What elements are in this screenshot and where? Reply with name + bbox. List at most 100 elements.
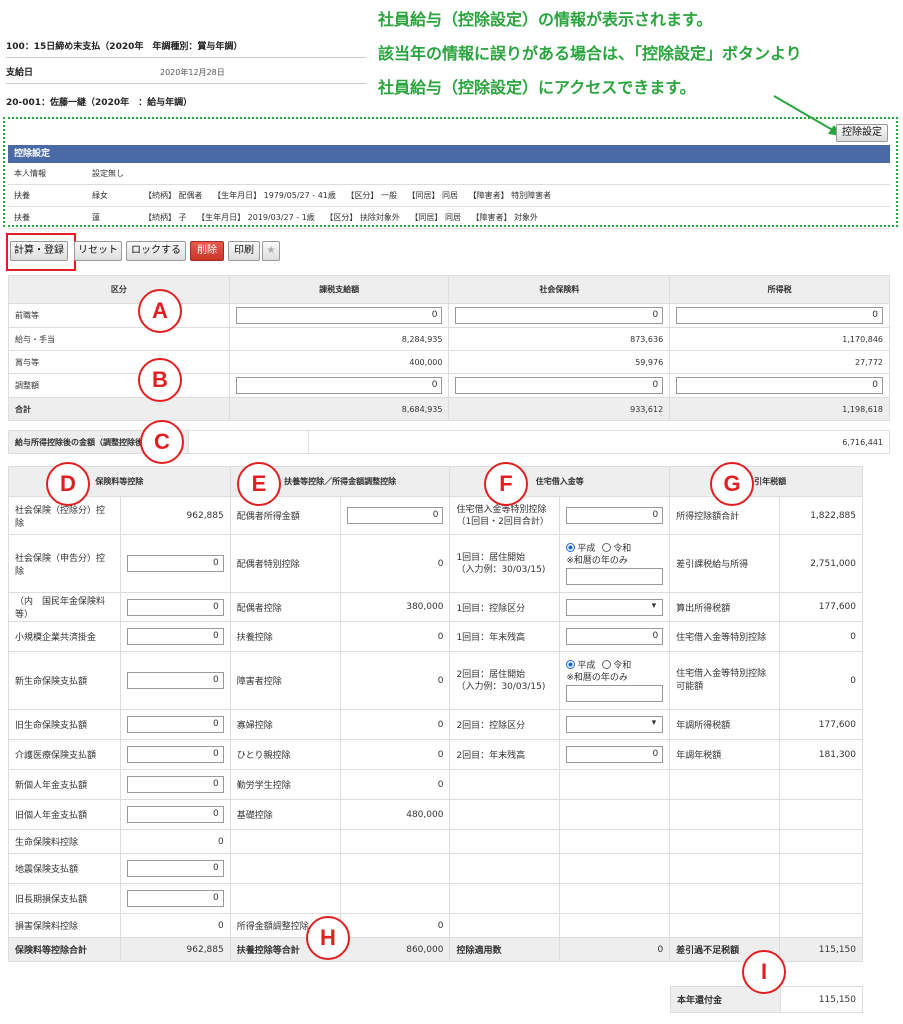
new-pension-label: 新個人年金支払額 <box>8 769 121 800</box>
marker-g: G <box>710 462 754 506</box>
computed-tax-label: 算出所得税額 <box>669 592 780 622</box>
second-year-end-balance-label: 2回目：年末残高 <box>449 739 561 770</box>
payroll-title: 100：15日締め末支払（2020年 年調種別：賞与年調） <box>6 36 366 58</box>
cell-value: 933,612 <box>448 397 671 421</box>
dependent-deduction-value: 0 <box>339 621 451 652</box>
deduction-settings-button[interactable]: 控除設定 <box>836 124 888 142</box>
housing-special-credit-value: 0 <box>779 621 863 652</box>
old-life-insurance-input[interactable]: 0 <box>126 716 224 733</box>
table-row: 社会保険（申告分）控除 0 配偶者特別控除 0 1回目：居住開始 （入力例：30… <box>8 534 863 593</box>
first-deduction-type-select[interactable] <box>566 598 664 616</box>
marker-f: F <box>484 462 528 506</box>
deduction-row-dependent: 扶養 蓮 【続柄】 子 【生年月日】 2019/03/27 - 1歳 【区分】 … <box>8 207 890 229</box>
second-residence-year-input[interactable] <box>566 684 664 702</box>
applied-count-value: 0 <box>559 937 671 962</box>
national-pension-input[interactable]: 0 <box>126 598 224 616</box>
first-residence-start-label: 1回目：居住開始 （入力例：30/03/15) <box>449 534 561 593</box>
summary-header: 区分 <box>8 275 230 304</box>
lock-button[interactable]: ロックする <box>126 241 186 261</box>
table-row: （内 国民年金保険料等） 0 配偶者控除 380,000 1回目：控除区分 算出… <box>8 592 863 622</box>
housing-loan-credit-input[interactable]: 0 <box>566 507 664 524</box>
table-row: 新生命保険支払額 0 障害者控除 0 2回目：居住開始 （入力例：30/03/1… <box>8 651 863 710</box>
old-long-term-insurance-input[interactable]: 0 <box>126 890 224 907</box>
new-pension-input[interactable]: 0 <box>126 776 224 793</box>
housing-credit-possible-value: 0 <box>779 651 863 710</box>
prior-social-input[interactable]: 0 <box>455 307 664 324</box>
row-label: 調整額 <box>8 373 230 398</box>
cell-value: 27,772 <box>669 350 890 374</box>
insurance-total-value: 962,885 <box>119 937 231 962</box>
delete-button[interactable]: 削除 <box>190 241 224 261</box>
widow-deduction-label: 寡婦控除 <box>229 709 341 740</box>
employee-title: 20-001：佐藤一継（2020年 ：給与年調） <box>6 98 193 108</box>
total-row: 保険料等控除合計 962,885 扶養控除等合計 860,000 控除適用数 0… <box>8 937 863 962</box>
print-button[interactable]: 印刷 <box>228 241 260 261</box>
reset-button[interactable]: リセット <box>74 241 122 261</box>
social-insurance-declared-label: 社会保険（申告分）控除 <box>8 534 121 593</box>
row-label: 給与・手当 <box>8 327 230 351</box>
table-row: 旧生命保険支払額 0 寡婦控除 0 2回目：控除区分 年調所得税額 177,60… <box>8 709 863 740</box>
working-student-value: 0 <box>339 769 451 800</box>
first-year-end-balance-input[interactable]: 0 <box>566 628 664 645</box>
housing-section-title: 住宅借入金等 <box>449 466 671 497</box>
calc-register-button[interactable]: 計算・登録 <box>10 241 68 261</box>
reiwa-radio[interactable] <box>602 659 612 669</box>
prior-taxable-input[interactable]: 0 <box>235 307 443 324</box>
second-deduction-type-label: 2回目：控除区分 <box>449 709 561 740</box>
nursing-medical-insurance-input[interactable]: 0 <box>126 746 224 763</box>
adjust-social-input[interactable]: 0 <box>455 377 664 394</box>
deduction-panel-title: 控除設定 <box>8 145 890 163</box>
table-row: 給与・手当 8,284,935 873,636 1,170,846 <box>8 327 890 351</box>
table-row: 介護医療保険支払額 0 ひとり親控除 0 2回目：年末残高 0 年調年税額 18… <box>8 739 863 770</box>
second-year-end-balance-input[interactable]: 0 <box>566 746 664 763</box>
callout-line2: 該当年の情報に誤りがある場合は、「控除設定」ボタンより <box>378 44 802 63</box>
spouse-special-deduction-value: 0 <box>339 534 451 593</box>
life-insurance-deduction-label: 生命保険料控除 <box>8 829 121 854</box>
second-deduction-type-select[interactable] <box>566 716 664 733</box>
deduction-grid: 保険料等控除 扶養等控除／所得金額調整控除 住宅借入金等 差引年税額 社会保険（… <box>8 466 863 962</box>
marker-a: A <box>138 289 182 333</box>
table-row: 損害保険料控除 0 所得金額調整控除 0 <box>8 913 863 938</box>
old-pension-input[interactable]: 0 <box>126 806 224 823</box>
adjust-taxable-input[interactable]: 0 <box>235 377 443 394</box>
prior-tax-input[interactable]: 0 <box>676 307 883 324</box>
star-icon[interactable]: ★ <box>262 241 280 261</box>
reiwa-radio[interactable] <box>602 542 612 552</box>
earthquake-insurance-input[interactable]: 0 <box>126 860 224 877</box>
heisei-radio[interactable] <box>566 542 576 552</box>
payday-row: 支給日 2020年12月28日 <box>6 62 366 84</box>
new-life-insurance-label: 新生命保険支払額 <box>8 651 121 710</box>
summary-total-row: 合計 8,684,935 933,612 1,198,618 <box>8 397 890 421</box>
old-pension-label: 旧個人年金支払額 <box>8 799 121 830</box>
first-year-end-balance-label: 1回目：年末残高 <box>449 621 561 652</box>
first-residence-year-input[interactable] <box>566 567 664 585</box>
refund-value: 115,150 <box>780 986 863 1013</box>
computed-tax-value: 177,600 <box>779 592 863 622</box>
row-name: 緑女 <box>92 191 108 200</box>
year-end-income-tax-label: 年調所得税額 <box>669 709 780 740</box>
summary-header: 所得税 <box>669 275 890 304</box>
spouse-deduction-value: 380,000 <box>339 592 451 622</box>
income-deduction-total-value: 1,822,885 <box>779 496 863 535</box>
marker-e: E <box>237 462 281 506</box>
spouse-income-input[interactable]: 0 <box>346 507 444 524</box>
cell-value: 400,000 <box>228 350 450 374</box>
earthquake-insurance-label: 地震保険支払額 <box>8 853 121 884</box>
small-business-mutual-input[interactable]: 0 <box>126 628 224 645</box>
table-row: 地震保険支払額 0 <box>8 853 863 884</box>
adjust-tax-input[interactable]: 0 <box>676 377 883 394</box>
cell-value: 8,284,935 <box>228 327 450 351</box>
casualty-insurance-deduction-value: 0 <box>119 913 231 938</box>
row-label: 前職等 <box>8 303 230 328</box>
marker-c: C <box>140 420 184 464</box>
new-life-insurance-input[interactable]: 0 <box>126 672 224 689</box>
heisei-radio[interactable] <box>566 659 576 669</box>
cell-value: 1,170,846 <box>669 327 890 351</box>
reiwa-label: 令和 <box>613 660 632 671</box>
national-pension-label: （内 国民年金保険料等） <box>8 592 121 622</box>
disability-deduction-value: 0 <box>339 651 451 710</box>
payday-label: 支給日 <box>6 68 34 78</box>
row-detail: 【続柄】 子 【生年月日】 2019/03/27 - 1歳 【区分】 扶除対象外… <box>144 213 539 222</box>
heisei-label: 平成 <box>577 660 596 671</box>
social-insurance-declared-input[interactable]: 0 <box>126 555 224 572</box>
